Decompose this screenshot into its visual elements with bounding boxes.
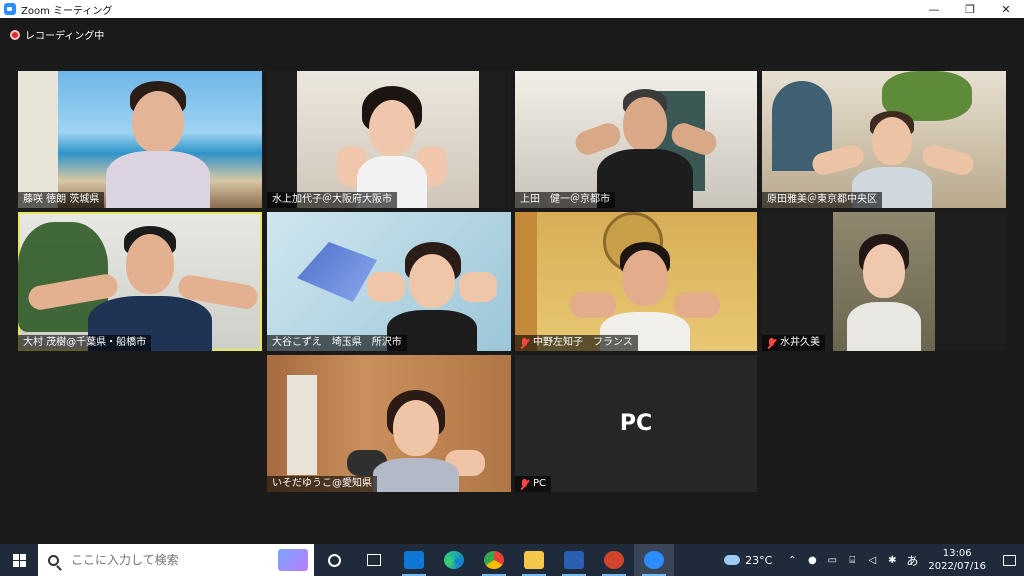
- network-icon[interactable]: ⌸: [844, 544, 860, 576]
- participant-name: 水上加代子＠大阪府大阪市: [267, 192, 397, 208]
- mic-muted-icon: [520, 478, 529, 490]
- video-off-name: PC: [619, 411, 653, 436]
- notification-button[interactable]: [994, 544, 1024, 576]
- participant-name: いそだゆうこ@愛知県: [267, 476, 377, 492]
- close-button[interactable]: ✕: [988, 0, 1024, 18]
- video-tile[interactable]: 上田 健一＠京都市: [515, 71, 757, 208]
- start-button[interactable]: [0, 544, 38, 576]
- weather-temp: 23°C: [745, 553, 773, 567]
- zoom-app-icon: [4, 3, 16, 15]
- search-input[interactable]: [71, 553, 271, 567]
- window-light: [287, 375, 317, 475]
- taskbar-app-explorer[interactable]: [514, 544, 554, 576]
- participant-name: 藤咲 徳朗 茨城県: [18, 192, 105, 208]
- participant-video: [572, 89, 720, 208]
- participant-name: 上田 健一＠京都市: [515, 192, 615, 208]
- video-frame: [833, 212, 935, 351]
- system-tray: 23°C ⌃ ● ▭ ⌸ ◁ ✱ あ 13:06 2022/07/16: [724, 544, 1024, 576]
- weather-widget[interactable]: 23°C: [724, 554, 772, 567]
- taskbar-app-edge[interactable]: [434, 544, 474, 576]
- microphone-icon[interactable]: ●: [804, 544, 820, 576]
- mic-muted-icon: [767, 337, 776, 349]
- taskbar-app-zoom[interactable]: [634, 544, 674, 576]
- record-icon: [10, 29, 20, 40]
- mic-muted-icon: [520, 337, 529, 349]
- ime-tool-icon[interactable]: ✱: [884, 544, 900, 576]
- notification-icon: [1002, 554, 1016, 566]
- chevron-up-icon[interactable]: ⌃: [784, 544, 800, 576]
- participant-video: [98, 81, 218, 208]
- door: [515, 212, 537, 351]
- window-title: Zoom ミーティング: [21, 5, 113, 17]
- folder-icon: [524, 551, 544, 569]
- participant-name: 大谷こずえ 埼玉県 所沢市: [267, 335, 407, 351]
- title-bar: Zoom ミーティング — ❐ ✕: [0, 0, 1024, 18]
- speaker-icon[interactable]: ◁: [864, 544, 880, 576]
- taskbar: 23°C ⌃ ● ▭ ⌸ ◁ ✱ あ 13:06 2022/07/16: [0, 544, 1024, 576]
- participant-name: 原田雅美＠東京都中央区: [762, 192, 882, 208]
- video-tile[interactable]: 水井久美: [762, 212, 1006, 351]
- participant-video: [26, 226, 260, 351]
- participant-name: PC: [515, 476, 552, 492]
- participant-name-text: 水井久美: [780, 337, 820, 348]
- taskbar-app-powerpoint[interactable]: [594, 544, 634, 576]
- pillar: [18, 71, 58, 208]
- recording-indicator[interactable]: レコーディング中: [10, 27, 104, 42]
- windows-icon: [12, 553, 26, 567]
- video-tile[interactable]: 藤咲 徳朗 茨城県: [18, 71, 262, 208]
- video-tile[interactable]: 大谷こずえ 埼玉県 所沢市: [267, 212, 511, 351]
- chrome-icon: [484, 551, 504, 569]
- video-tile[interactable]: 原田雅美＠東京都中央区: [762, 71, 1006, 208]
- clock-time: 13:06: [942, 548, 972, 559]
- recording-label: レコーディング中: [25, 31, 105, 42]
- restore-button[interactable]: ❐: [952, 0, 988, 18]
- participant-video: [337, 86, 447, 208]
- minimize-button[interactable]: —: [916, 0, 952, 18]
- task-view-icon: [367, 554, 381, 566]
- video-frame: [297, 71, 479, 208]
- participant-video: [839, 234, 929, 351]
- taskbar-app-chrome[interactable]: [474, 544, 514, 576]
- video-tile-no-video[interactable]: PC PC: [515, 355, 757, 492]
- taskbar-search[interactable]: [38, 544, 314, 576]
- word-icon: [564, 551, 584, 569]
- cortana-icon: [327, 553, 341, 567]
- taskbar-app-word[interactable]: [554, 544, 594, 576]
- search-highlight-icon: [278, 549, 308, 571]
- video-tile[interactable]: いそだゆうこ@愛知県: [267, 355, 511, 492]
- participant-name: 大村 茂樹@千葉県・船橋市: [18, 335, 152, 351]
- battery-icon[interactable]: ▭: [824, 544, 840, 576]
- clock-date: 2022/07/16: [928, 561, 986, 572]
- task-view-button[interactable]: [354, 544, 394, 576]
- cortana-button[interactable]: [314, 544, 354, 576]
- participant-name: 水井久美: [762, 335, 825, 351]
- powerpoint-icon: [604, 551, 624, 569]
- edge-icon: [444, 551, 464, 569]
- participant-name-text: 中野左知子 フランス: [533, 337, 633, 348]
- zoom-icon: [644, 551, 664, 569]
- participant-name: 中野左知子 フランス: [515, 335, 638, 351]
- video-tile[interactable]: 水上加代子＠大阪府大阪市: [267, 71, 511, 208]
- taskbar-app-mail[interactable]: [394, 544, 434, 576]
- video-tile[interactable]: 中野左知子 フランス: [515, 212, 757, 351]
- search-icon: [48, 554, 59, 566]
- ime-mode[interactable]: あ: [904, 544, 920, 576]
- mail-icon: [404, 551, 424, 569]
- window-controls: — ❐ ✕: [916, 0, 1024, 18]
- video-tile-active-speaker[interactable]: 大村 茂樹@千葉県・船橋市: [18, 212, 262, 351]
- weather-cloud-icon: [724, 555, 741, 565]
- clock[interactable]: 13:06 2022/07/16: [928, 547, 986, 573]
- participant-name-text: PC: [533, 478, 547, 489]
